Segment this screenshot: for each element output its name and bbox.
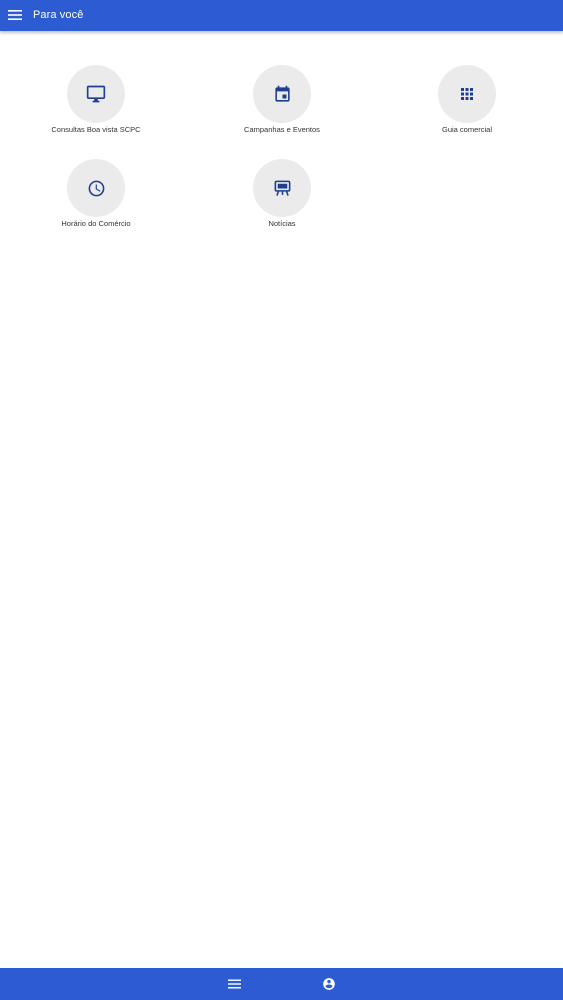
app-bar: Para você (0, 0, 563, 31)
calendar-icon (274, 85, 290, 102)
grid-item-label: Horário do Comércio (61, 219, 131, 228)
apps-grid-icon (461, 88, 473, 100)
bottom-nav-account-button[interactable] (321, 976, 337, 992)
menu-icon (227, 979, 241, 989)
menu-icon (8, 10, 22, 20)
grid-item-label: Campanhas e Eventos (244, 125, 320, 134)
grid-item-icon-circle (67, 65, 125, 123)
bottom-nav-menu-button[interactable] (226, 976, 242, 992)
grid-item-icon-circle (438, 65, 496, 123)
account-circle-icon (323, 978, 335, 990)
bottom-nav (0, 968, 563, 1000)
clock-icon (88, 180, 104, 196)
grid-item-label: Consultas Boa vista SCPC (51, 125, 141, 134)
desktop-icon (86, 85, 106, 103)
grid-item-icon-circle (67, 159, 125, 217)
menu-button[interactable] (3, 3, 27, 27)
grid-item-label: Notícias (268, 219, 296, 228)
grid-item-icon-circle (253, 159, 311, 217)
page-title: Para você (33, 9, 84, 21)
news-easel-icon (274, 180, 290, 196)
grid-item-label: Guia comercial (441, 125, 493, 134)
grid-item-icon-circle (253, 65, 311, 123)
